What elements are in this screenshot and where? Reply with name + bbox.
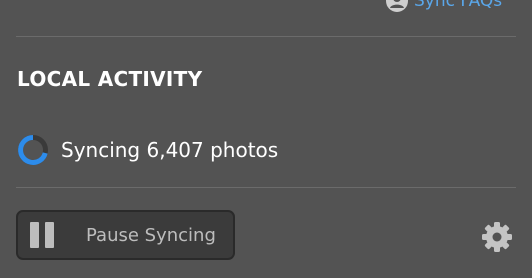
user-icon [386,0,408,12]
pause-icon [30,222,54,248]
pause-syncing-label: Pause Syncing [86,224,216,246]
middle-divider [16,187,516,188]
section-title: LOCAL ACTIVITY [17,67,203,91]
pause-syncing-button[interactable]: Pause Syncing [16,210,235,260]
sync-status-text: Syncing 6,407 photos [61,138,279,162]
sync-status: Syncing 6,407 photos [17,134,278,166]
sync-faqs-label: Sync FAQs [414,0,503,11]
progress-spinner-icon [17,134,49,166]
gear-icon[interactable] [480,220,514,254]
sync-faqs-link[interactable]: Sync FAQs [386,0,502,12]
top-divider [16,36,516,37]
